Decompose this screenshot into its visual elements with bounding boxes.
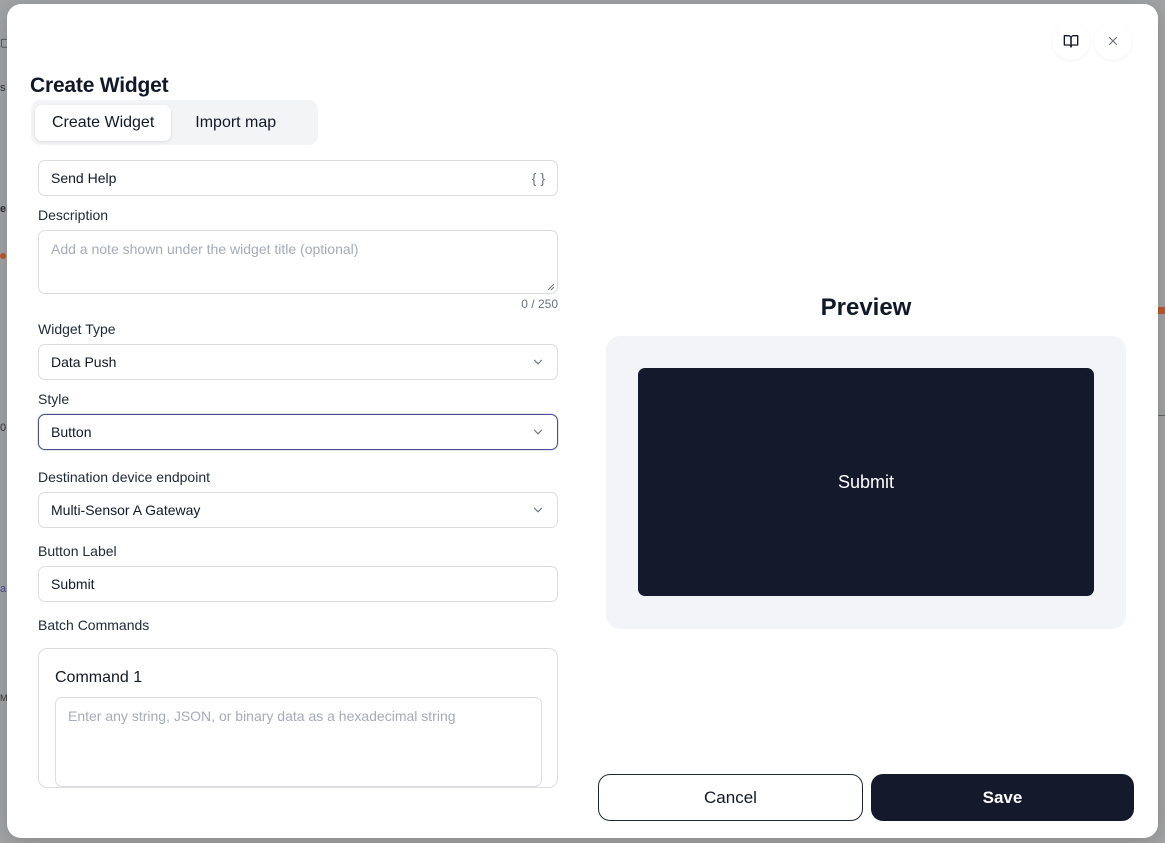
background-marker: [0, 253, 6, 259]
background-fragment: e: [0, 203, 7, 215]
background-fragment: 0: [0, 422, 7, 434]
close-icon: [1108, 36, 1118, 46]
chevron-down-icon: [533, 429, 543, 435]
description-label: Description: [38, 207, 109, 223]
destination-label: Destination device endpoint: [38, 469, 211, 485]
command-title: Command 1: [55, 669, 143, 686]
destination-value: Multi-Sensor A Gateway: [51, 502, 201, 518]
command-textarea[interactable]: Enter any string, JSON, or binary data a…: [55, 697, 542, 787]
tab-create-widget[interactable]: Create Widget: [35, 104, 172, 141]
style-select[interactable]: Button: [38, 414, 558, 450]
command-placeholder: Enter any string, JSON, or binary data a…: [68, 708, 456, 724]
background-divider: [1157, 415, 1165, 416]
widget-type-select[interactable]: Data Push: [38, 344, 558, 380]
button-label-input[interactable]: Submit: [38, 566, 558, 602]
preview-submit-button[interactable]: Submit: [638, 368, 1094, 596]
variable-braces-icon[interactable]: { }: [532, 170, 545, 186]
modal-header-actions: [1052, 22, 1132, 60]
description-textarea[interactable]: Add a note shown under the widget title …: [38, 230, 558, 294]
save-button[interactable]: Save: [871, 774, 1134, 821]
modal-title: Create Widget: [30, 74, 169, 97]
background-marker: [1157, 307, 1165, 314]
batch-commands-label: Batch Commands: [38, 617, 150, 633]
book-open-icon: [1063, 35, 1079, 48]
button-label-label: Button Label: [38, 543, 117, 559]
cancel-button[interactable]: Cancel: [598, 774, 863, 821]
description-placeholder: Add a note shown under the widget title …: [51, 241, 359, 257]
style-value: Button: [51, 424, 92, 440]
widget-type-value: Data Push: [51, 354, 117, 370]
widget-name-value: Send Help: [51, 170, 117, 186]
create-widget-modal: Create Widget Create Widget Import map S…: [7, 4, 1158, 838]
destination-select[interactable]: Multi-Sensor A Gateway: [38, 492, 558, 528]
docs-button[interactable]: [1052, 22, 1090, 60]
tab-import-map[interactable]: Import map: [171, 105, 293, 141]
background-fragment: s: [0, 82, 6, 94]
button-label-value: Submit: [51, 576, 95, 592]
close-button[interactable]: [1094, 22, 1132, 60]
widget-name-input[interactable]: Send Help { }: [38, 160, 558, 196]
widget-type-label: Widget Type: [38, 321, 116, 337]
chevron-down-icon: [533, 507, 543, 513]
widget-tabs: Create Widget Import map: [31, 100, 318, 145]
description-counter: 0 / 250: [521, 297, 558, 311]
preview-panel: Submit: [606, 336, 1126, 629]
style-label: Style: [38, 391, 70, 407]
chevron-down-icon: [533, 359, 543, 365]
preview-title: Preview: [820, 294, 912, 321]
background-fragment: a: [0, 583, 7, 595]
command-card: Command 1 Enter any string, JSON, or bin…: [38, 648, 558, 788]
resize-handle-icon[interactable]: [547, 283, 555, 291]
